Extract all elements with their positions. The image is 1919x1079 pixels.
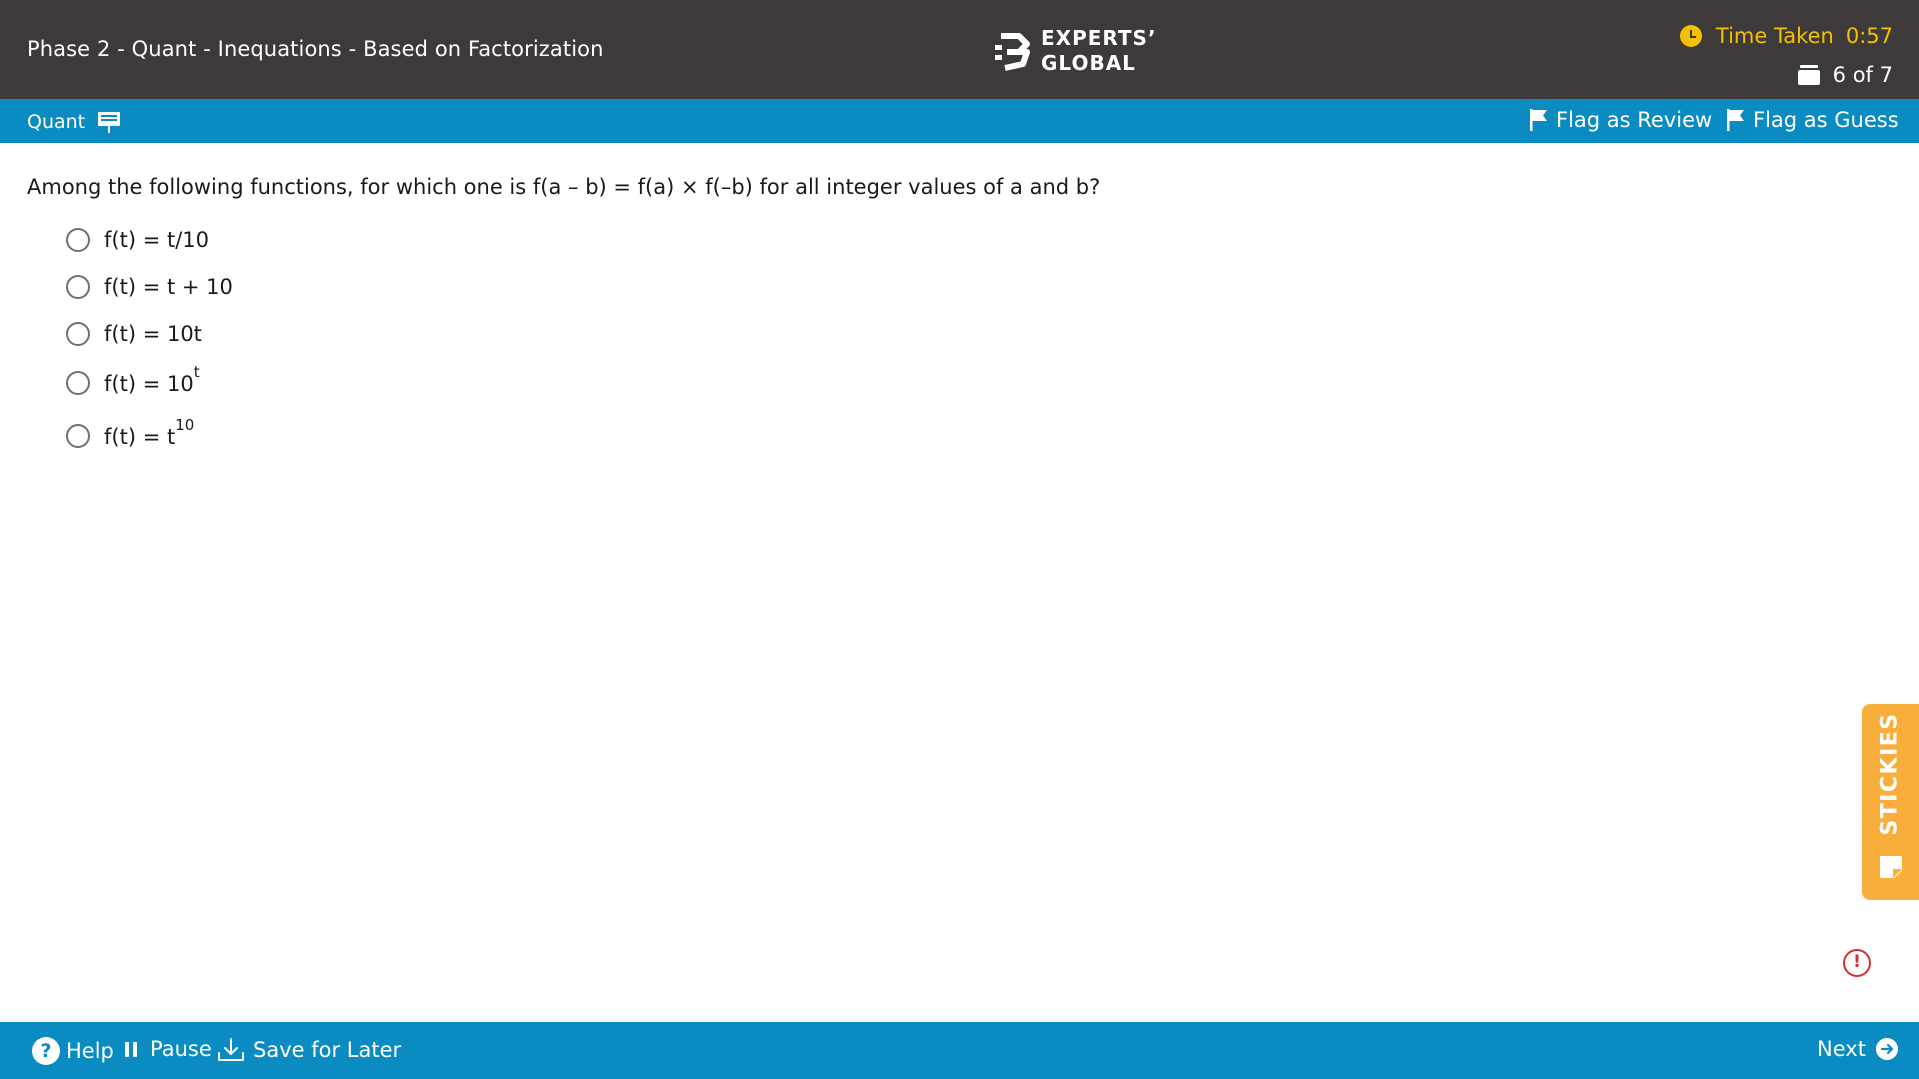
option-label: f(t) = 10t — [104, 322, 202, 346]
section-indicator: Quant — [27, 110, 121, 134]
flag-icon — [1727, 109, 1744, 131]
next-button[interactable]: Next — [1817, 1037, 1898, 1061]
logo-line-2: GLOBAL — [1041, 51, 1136, 75]
answer-option-1[interactable]: f(t) = t/10 — [66, 228, 209, 252]
flag-as-guess-label: Flag as Guess — [1753, 108, 1899, 132]
save-for-later-label: Save for Later — [253, 1038, 402, 1062]
pause-label: Pause — [150, 1037, 212, 1061]
help-button[interactable]: ? Help — [32, 1037, 114, 1065]
flag-as-review-label: Flag as Review — [1556, 108, 1713, 132]
download-icon — [218, 1038, 244, 1061]
option-superscript: 10 — [175, 416, 195, 434]
option-label: f(t) = 10t — [104, 363, 200, 396]
pause-icon — [125, 1041, 141, 1057]
answer-option-2[interactable]: f(t) = t + 10 — [66, 275, 233, 299]
answer-option-3[interactable]: f(t) = 10t — [66, 322, 202, 346]
section-bar: Quant Flag as Review Flag as Guess — [0, 99, 1919, 143]
flag-icon — [1530, 109, 1547, 131]
sticky-note-icon — [1880, 856, 1902, 878]
option-label: f(t) = t10 — [104, 416, 195, 449]
question-stack-icon — [1797, 65, 1820, 85]
radio-button[interactable] — [66, 370, 90, 395]
pause-button[interactable]: Pause — [125, 1037, 212, 1061]
help-label: Help — [66, 1039, 114, 1063]
page-title: Phase 2 - Quant - Inequations - Based on… — [27, 37, 604, 61]
save-for-later-button[interactable]: Save for Later — [217, 1037, 401, 1063]
stickies-label: STICKIES — [1877, 712, 1903, 836]
option-label: f(t) = t/10 — [104, 228, 209, 252]
flag-as-review-button[interactable]: Flag as Review — [1530, 108, 1712, 132]
option-superscript: t — [193, 363, 200, 381]
arrow-right-icon — [1875, 1038, 1898, 1060]
radio-button[interactable] — [66, 423, 90, 448]
help-icon: ? — [32, 1037, 60, 1065]
question-text: Among the following functions, for which… — [27, 175, 1101, 199]
experts-global-logo-icon — [995, 33, 1030, 71]
option-label: f(t) = t + 10 — [104, 275, 233, 299]
answer-option-4[interactable]: f(t) = 10t — [66, 363, 200, 396]
alert-icon[interactable]: ! — [1843, 949, 1871, 977]
stickies-tab[interactable]: STICKIES — [1862, 704, 1919, 900]
section-label: Quant — [27, 111, 86, 133]
radio-button[interactable] — [66, 322, 90, 346]
logo-line-1: EXPERTS’ — [1041, 26, 1157, 50]
presentation-board-icon[interactable] — [97, 110, 121, 134]
flag-as-guess-button[interactable]: Flag as Guess — [1727, 108, 1899, 132]
next-label: Next — [1817, 1037, 1866, 1061]
timer-label: Time Taken — [1715, 24, 1834, 48]
top-header: Phase 2 - Quant - Inequations - Based on… — [0, 0, 1919, 99]
progress-count: 6 of 7 — [1832, 63, 1893, 87]
answer-option-5[interactable]: f(t) = t10 — [66, 416, 195, 449]
question-progress: 6 of 7 — [1797, 63, 1893, 87]
time-taken: Time Taken 0:57 — [1679, 24, 1893, 48]
timer-value: 0:57 — [1845, 24, 1893, 48]
clock-icon — [1679, 25, 1702, 47]
bottom-toolbar: ? Help Pause Save for Later Next — [0, 1022, 1919, 1079]
radio-button[interactable] — [66, 228, 90, 252]
radio-button[interactable] — [66, 275, 90, 299]
experts-global-logo: EXPERTS’ GLOBAL — [993, 26, 1157, 76]
